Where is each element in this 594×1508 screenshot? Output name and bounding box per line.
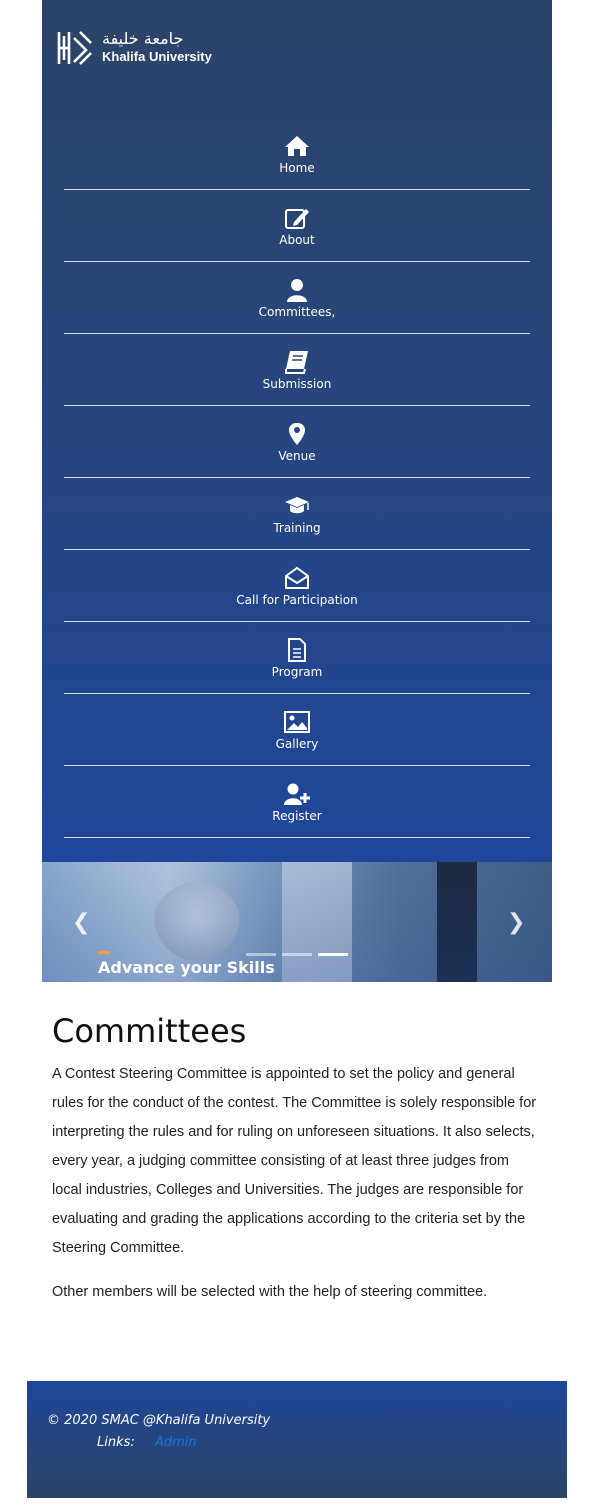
copyright-text: © 2020 SMAC @Khalifa University xyxy=(47,1413,271,1428)
nav-item-submission[interactable]: Submission xyxy=(64,334,530,406)
committees-description: A Contest Steering Committee is appointe… xyxy=(52,1066,537,1256)
nav-item-register[interactable]: Register xyxy=(64,766,530,838)
edit-icon xyxy=(285,209,309,229)
graduation-cap-icon xyxy=(285,497,309,514)
image-carousel[interactable]: ❮ ❯ Advance your Skills xyxy=(42,862,552,982)
nav-label: About xyxy=(279,233,315,247)
nav-item-program[interactable]: Program xyxy=(64,622,530,694)
nav-item-home[interactable]: Home xyxy=(64,118,530,190)
carousel-prev-icon[interactable]: ❮ xyxy=(72,910,90,935)
file-text-icon xyxy=(288,638,306,662)
carousel-next-icon[interactable]: ❯ xyxy=(507,910,525,935)
nav-label: Call for Participation xyxy=(236,593,358,607)
caption-accent-bar xyxy=(98,951,110,954)
nav-label: Register xyxy=(272,809,322,823)
links-label: Links: xyxy=(97,1435,135,1450)
carousel-indicator-active[interactable] xyxy=(318,953,348,956)
map-marker-icon xyxy=(289,423,305,445)
nav-item-about[interactable]: About xyxy=(64,190,530,262)
user-plus-icon xyxy=(284,783,310,805)
user-icon xyxy=(287,279,307,302)
nav-label: Gallery xyxy=(275,737,319,751)
nav-item-call-for-participation[interactable]: Call for Participation xyxy=(64,550,530,622)
envelope-open-icon xyxy=(285,566,309,589)
site-header: جامعة خليفة Khalifa University Home Abou… xyxy=(42,0,552,862)
home-icon xyxy=(285,136,309,156)
carousel-indicator[interactable] xyxy=(246,953,276,956)
nav-item-gallery[interactable]: Gallery xyxy=(64,694,530,766)
book-icon xyxy=(285,351,308,374)
committees-note: Other members will be selected with the … xyxy=(52,1284,488,1300)
nav-item-venue[interactable]: Venue xyxy=(64,406,530,478)
site-footer: © 2020 SMAC @Khalifa University Links: A… xyxy=(27,1381,567,1498)
nav-item-committees[interactable]: Committees, xyxy=(64,262,530,334)
logo-mark-icon xyxy=(57,31,92,65)
logo-english-text: Khalifa University xyxy=(102,49,212,64)
nav-label: Home xyxy=(279,161,315,175)
nav-item-training[interactable]: Training xyxy=(64,478,530,550)
nav-label: Program xyxy=(271,665,323,679)
carousel-indicator[interactable] xyxy=(282,953,312,956)
main-nav: Home About Committees, Submission Venue … xyxy=(64,118,530,838)
image-icon xyxy=(284,711,310,733)
khalifa-university-logo[interactable]: جامعة خليفة Khalifa University xyxy=(56,28,236,70)
nav-label: Venue xyxy=(278,449,316,463)
nav-label: Training xyxy=(273,521,321,535)
nav-label: Committees, xyxy=(258,305,336,319)
admin-link[interactable]: Admin xyxy=(155,1435,197,1450)
logo-arabic-text: جامعة خليفة xyxy=(102,29,184,48)
nav-label: Submission xyxy=(262,377,332,391)
page-title: Committees xyxy=(52,1012,247,1050)
carousel-caption: Advance your Skills xyxy=(98,958,275,977)
